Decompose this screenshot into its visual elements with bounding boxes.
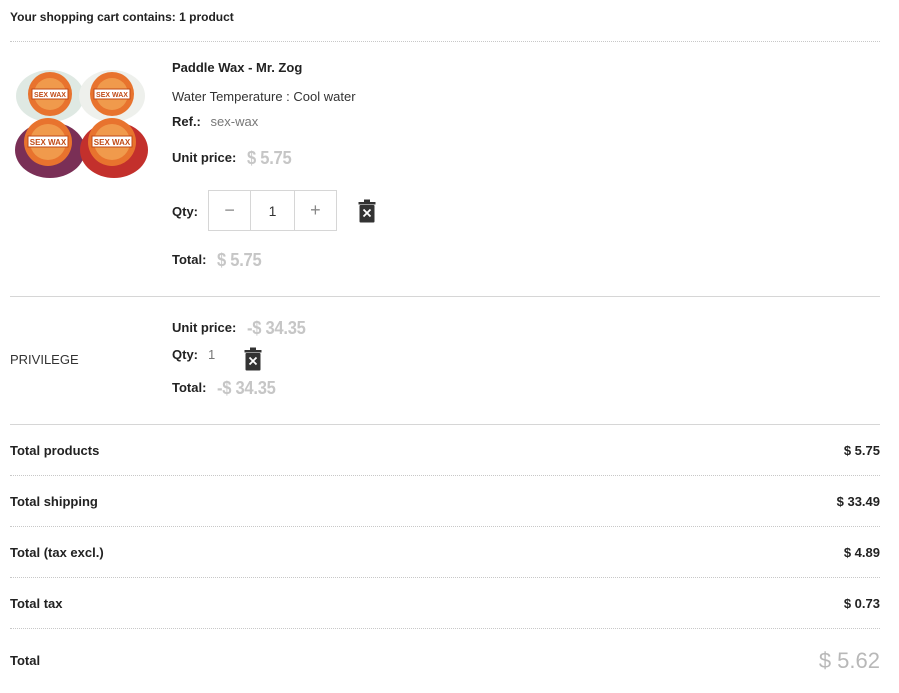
summary-label-products: Total products xyxy=(10,443,100,458)
unit-price-label: Unit price: xyxy=(172,150,237,165)
qty-decrease-button[interactable]: − xyxy=(209,191,250,230)
divider xyxy=(10,526,880,527)
qty-increase-button[interactable]: + xyxy=(295,191,336,230)
divider xyxy=(10,475,880,476)
ref-value: sex-wax xyxy=(210,114,259,129)
wax-label-text: SEX WAX xyxy=(96,92,128,99)
grand-total-label: Total xyxy=(10,653,41,668)
delete-product-button[interactable] xyxy=(358,199,376,228)
trash-icon xyxy=(244,347,262,371)
unit-price-value: $ 5.75 xyxy=(247,148,292,168)
voucher-total-label: Total: xyxy=(172,380,207,395)
ref-label: Ref.: xyxy=(172,114,201,129)
wax-label-text: SEX WAX xyxy=(34,92,66,99)
voucher-total-value: -$ 34.35 xyxy=(217,378,276,398)
summary-label-tax: Total tax xyxy=(10,596,63,611)
voucher-qty-label: Qty: xyxy=(172,347,198,362)
voucher-unit-price-label: Unit price: xyxy=(172,320,237,335)
voucher-name: PRIVILEGE xyxy=(10,352,79,367)
summary-value-tax-excl: $ 4.89 xyxy=(843,545,880,560)
qty-label: Qty: xyxy=(172,204,198,219)
voucher-qty-value: 1 xyxy=(208,347,216,362)
quantity-stepper: − 1 + xyxy=(208,190,337,231)
summary-label-tax-excl: Total (tax excl.) xyxy=(10,545,104,560)
qty-input[interactable]: 1 xyxy=(250,191,295,230)
cart-header: Your shopping cart contains: 1 product xyxy=(10,10,234,24)
grand-total-value: $ 5.62 xyxy=(818,648,880,673)
divider xyxy=(10,41,880,42)
trash-icon xyxy=(358,199,376,223)
product-attribute: Water Temperature : Cool water xyxy=(172,89,356,104)
wax-label-text: SEX WAX xyxy=(30,138,67,147)
summary-value-tax: $ 0.73 xyxy=(843,596,880,611)
product-ref: Ref.: sex-wax xyxy=(172,114,258,129)
divider xyxy=(10,628,880,629)
wax-label-text: SEX WAX xyxy=(94,138,131,147)
divider xyxy=(10,296,880,297)
summary-label-shipping: Total shipping xyxy=(10,494,98,509)
summary-value-products: $ 5.75 xyxy=(843,443,880,458)
divider xyxy=(10,577,880,578)
delete-voucher-button[interactable] xyxy=(244,347,262,376)
product-image[interactable]: SEX WAX SEX WAX SEX WAX SEX WAX xyxy=(10,62,150,202)
product-total-value: $ 5.75 xyxy=(217,250,262,270)
summary-value-shipping: $ 33.49 xyxy=(836,494,880,509)
product-name[interactable]: Paddle Wax - Mr. Zog xyxy=(172,60,302,75)
divider xyxy=(10,424,880,425)
voucher-unit-price-value: -$ 34.35 xyxy=(247,318,306,338)
product-total-label: Total: xyxy=(172,252,207,267)
